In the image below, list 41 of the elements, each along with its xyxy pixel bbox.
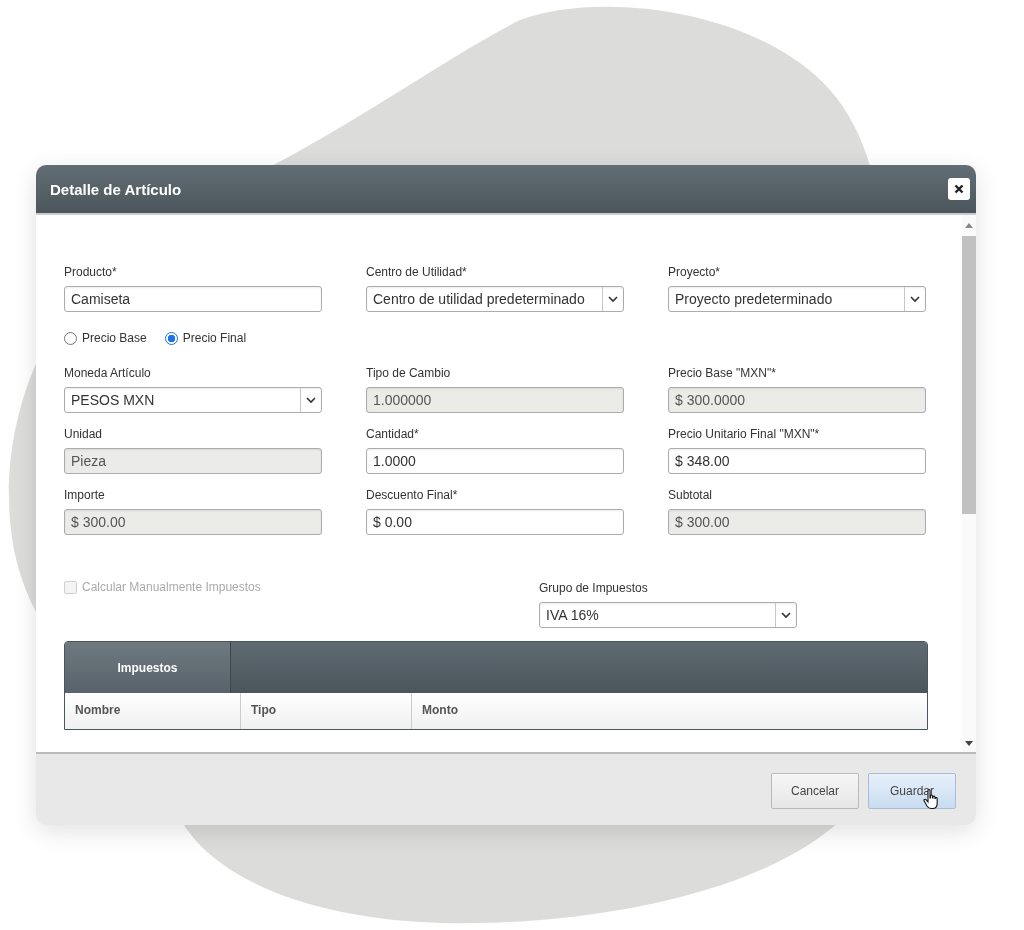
close-button[interactable]	[948, 178, 970, 200]
radio-label[interactable]: Precio Final	[182, 331, 247, 345]
input-field[interactable]: Camiseta	[64, 286, 322, 312]
field-label: Proyecto*	[668, 265, 722, 279]
scrollbar[interactable]	[962, 215, 976, 752]
field-label: Grupo de Impuestos	[539, 581, 649, 595]
tab[interactable]: Impuestos	[65, 642, 231, 693]
field-label: Cantidad*	[366, 427, 420, 441]
field-label: Unidad	[64, 427, 104, 441]
scroll-down-icon[interactable]	[965, 741, 973, 746]
dropdown[interactable]: Proyecto predeterminado	[668, 286, 926, 312]
readonly-field: Pieza	[64, 448, 322, 474]
readonly-field: 1.000000	[366, 387, 624, 413]
dropdown[interactable]: PESOS MXN	[64, 387, 322, 413]
readonly-field: $ 300.0000	[668, 387, 926, 413]
field-label: Descuento Final*	[366, 488, 459, 502]
column-header: Tipo	[241, 693, 412, 729]
radio-label[interactable]: Precio Base	[82, 331, 147, 345]
field-label: Subtotal	[668, 488, 714, 502]
input-field[interactable]: $ 0.00	[366, 509, 624, 535]
readonly-field: $ 300.00	[668, 509, 926, 535]
radio-button[interactable]	[64, 331, 77, 345]
field-label: Precio Unitario Final "MXN"*	[668, 427, 821, 441]
scroll-up-icon[interactable]	[965, 223, 973, 228]
input-field[interactable]: $ 348.00	[668, 448, 926, 474]
field-label: Tipo de Cambio	[366, 366, 452, 380]
footer-button[interactable]: Cancelar	[771, 773, 859, 809]
column-header: Monto	[421, 702, 459, 719]
field-label: Importe	[64, 488, 106, 502]
field-label: Precio Base "MXN"*	[668, 366, 777, 380]
field-label: Moneda Artículo	[64, 366, 152, 380]
field-label: Producto*	[64, 265, 118, 279]
readonly-field: $ 300.00	[64, 509, 322, 535]
column-header: Nombre	[65, 693, 241, 729]
field-label: Centro de Utilidad*	[366, 265, 468, 279]
dialog-title: Detalle de Artículo	[50, 180, 182, 198]
radio-button[interactable]	[164, 331, 178, 345]
dropdown[interactable]: Centro de utilidad predeterminado	[366, 286, 624, 312]
input-field[interactable]: 1.0000	[366, 448, 624, 474]
dropdown[interactable]: IVA 16%	[539, 602, 797, 628]
close-icon	[954, 184, 964, 194]
